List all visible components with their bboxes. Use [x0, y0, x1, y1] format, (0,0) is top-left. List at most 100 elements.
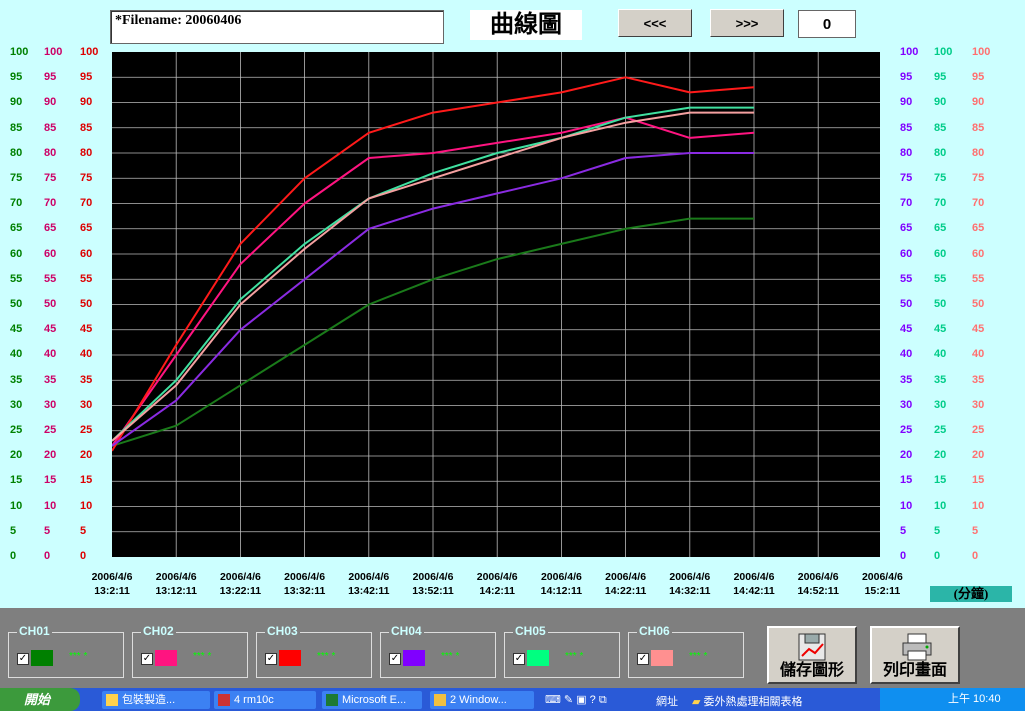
channel-label: CH03: [265, 624, 300, 638]
y-tick-label: 50: [934, 298, 947, 310]
y-tick-label: 25: [972, 424, 985, 436]
y-tick-label: 55: [10, 272, 23, 285]
unit-label: (分鐘): [930, 586, 1012, 602]
y-tick-label: 60: [972, 247, 985, 260]
y-tick-label: 55: [900, 272, 913, 285]
taskbar-item-3[interactable]: Microsoft E...: [322, 691, 422, 709]
y-tick-label: 65: [934, 222, 947, 235]
y-tick-label: 20: [934, 449, 947, 462]
y-tick-label: 45: [44, 323, 57, 336]
prev-page-button[interactable]: <<<: [618, 9, 692, 37]
y-tick-label: 35: [934, 373, 947, 386]
y-tick-label: 95: [934, 71, 947, 84]
y-tick-label: 65: [900, 222, 913, 235]
y-tick-label: 100: [10, 46, 29, 58]
app-icon: [106, 694, 118, 706]
x-tick-label: 2006/4/6 13:42:11: [348, 571, 390, 597]
channel-color-swatch: [155, 650, 177, 666]
filename-field: *Filename: 20060406: [110, 10, 444, 44]
x-tick-label: 2006/4/6 13:32:11: [283, 571, 326, 597]
chart-title: 曲線圖: [470, 10, 582, 40]
y-tick-label: 80: [934, 146, 947, 159]
y-tick-label: 5: [80, 524, 87, 537]
y-tick-label: 75: [972, 172, 985, 184]
taskbar-item-2[interactable]: 4 rm10c: [214, 691, 316, 709]
y-tick-label: 25: [10, 424, 23, 436]
channel-value: *** *: [317, 651, 336, 662]
y-tick-label: 0: [44, 550, 51, 562]
y-tick-label: 80: [972, 146, 985, 159]
channel-checkbox[interactable]: ✓: [141, 653, 153, 665]
y-tick-label: 45: [80, 323, 93, 336]
y-tick-label: 40: [44, 348, 57, 361]
task-label: Microsoft E...: [342, 694, 407, 706]
y-tick-label: 80: [44, 146, 57, 159]
y-tick-label: 70: [80, 197, 93, 210]
chart-svg: [111, 52, 880, 557]
y-tick-label: 75: [80, 172, 93, 184]
save-graph-label: 儲存圖形: [779, 662, 844, 679]
y-tick-label: 20: [44, 449, 57, 462]
folder-link[interactable]: ▰ 委外熱處理相關表格: [692, 693, 803, 709]
channel-checkbox[interactable]: ✓: [265, 653, 277, 665]
y-tick-label: 25: [80, 424, 93, 436]
channel-value: *** *: [441, 651, 460, 662]
taskbar-item-1[interactable]: 包裝製造...: [102, 691, 210, 709]
y-tick-label: 30: [80, 398, 93, 411]
y-tick-label: 60: [10, 247, 23, 260]
x-tick-label: 2006/4/6 14:22:11: [604, 571, 647, 597]
taskbar-item-4[interactable]: 2 Window...: [430, 691, 534, 709]
quick-launch-icons[interactable]: ⌨ ✎ ▣ ? ⧉: [545, 693, 635, 707]
y-tick-label: 40: [900, 348, 913, 361]
folder-icon: ▰: [692, 696, 701, 708]
channel-checkbox[interactable]: ✓: [513, 653, 525, 665]
y-tick-label: 30: [972, 398, 985, 411]
excel-icon: [326, 694, 338, 706]
y-tick-label: 50: [900, 298, 913, 310]
channel-group-ch02: CH02 ✓ *** *: [132, 624, 248, 678]
y-tick-label: 100: [934, 46, 953, 58]
y-tick-label: 70: [44, 197, 57, 210]
y-tick-label: 85: [10, 121, 23, 134]
y-tick-label: 15: [80, 474, 93, 487]
y-tick-label: 20: [972, 449, 985, 462]
channel-checkbox[interactable]: ✓: [389, 653, 401, 665]
y-tick-label: 65: [80, 222, 93, 235]
y-tick-label: 75: [44, 172, 57, 184]
start-button[interactable]: 開始: [0, 688, 80, 711]
y-tick-label: 25: [934, 424, 947, 436]
y-tick-label: 55: [972, 272, 985, 285]
y-tick-label: 40: [934, 348, 947, 361]
y-tick-label: 30: [44, 398, 57, 411]
y-tick-label: 10: [934, 499, 947, 512]
channel-checkbox[interactable]: ✓: [637, 653, 649, 665]
channel-label: CH06: [637, 624, 672, 638]
y-tick-label: 50: [972, 298, 985, 310]
channel-value: *** *: [193, 651, 212, 662]
y-tick-label: 70: [900, 197, 913, 210]
y-tick-label: 75: [900, 172, 913, 184]
y-tick-label: 90: [900, 96, 913, 109]
y-tick-label: 0: [900, 550, 907, 562]
print-screen-button[interactable]: 列印畫面: [870, 626, 960, 684]
y-tick-label: 20: [10, 449, 23, 462]
y-tick-label: 90: [972, 96, 985, 109]
y-tick-label: 5: [972, 524, 979, 537]
x-tick-label: 2006/4/6 14:42:11: [733, 571, 775, 597]
y-tick-label: 55: [934, 272, 947, 285]
y-tick-label: 75: [934, 172, 947, 184]
save-graph-button[interactable]: 儲存圖形: [767, 626, 857, 684]
y-tick-label: 35: [44, 373, 57, 386]
left-axis-ch02: 100 95 90 85 80 75 70 65 60 55 50 45 40 35 30 25 20 15 10 5…: [44, 46, 74, 566]
y-tick-label: 25: [44, 424, 57, 436]
y-tick-label: 10: [900, 499, 913, 512]
y-tick-label: 45: [972, 323, 985, 336]
app-icon: [218, 694, 230, 706]
y-tick-label: 50: [44, 298, 57, 310]
folder-link-label: 委外熱處理相關表格: [703, 696, 803, 708]
y-tick-label: 100: [44, 46, 63, 58]
channel-checkbox[interactable]: ✓: [17, 653, 29, 665]
x-tick-label: 2006/4/6 13:22:11: [219, 571, 262, 597]
x-tick-label: 2006/4/6 14:2:11: [476, 571, 518, 597]
next-page-button[interactable]: >>>: [710, 9, 784, 37]
